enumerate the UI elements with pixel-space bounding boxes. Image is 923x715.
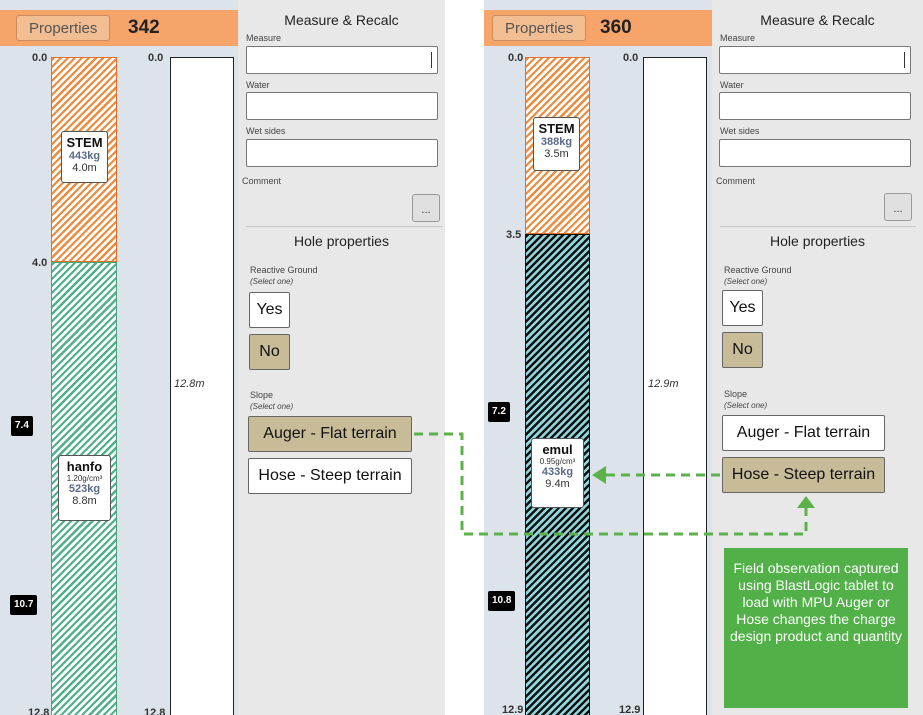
left-auger-button[interactable]: Auger - Flat terrain [248, 416, 412, 452]
left-depth-stem-bottom: 4.0 [32, 257, 48, 269]
left-properties-button[interactable]: Properties [16, 15, 111, 41]
right-water-label: Water [720, 80, 744, 90]
left-depth-tag-lower: 10.7 [10, 595, 38, 615]
annotation-note: Field observation captured using BlastLo… [724, 548, 908, 708]
left-properties-bar: Properties 342 [0, 10, 238, 46]
left-stem-name: STEM [66, 135, 103, 150]
left-hanfo-label: hanfo 1.20g/cm³ 523kg 8.8m [58, 455, 111, 521]
right-depth-top-hole: 0.0 [623, 52, 639, 64]
right-measure-input[interactable] [719, 46, 911, 74]
left-separator [246, 226, 442, 227]
left-depth-bottom: 12.8 [28, 707, 50, 715]
left-depth-tag-upper: 7.4 [11, 416, 33, 436]
right-hole-number: 360 [600, 17, 632, 38]
right-depth-stem-bottom: 3.5 [506, 229, 522, 241]
left-hanfo-density: 1.20g/cm³ [66, 474, 103, 483]
left-wet-sides-input[interactable] [246, 139, 438, 167]
left-water-label: Water [246, 80, 270, 90]
right-reactive-select-one: (Select one) [724, 277, 768, 286]
right-auger-button[interactable]: Auger - Flat terrain [722, 415, 885, 451]
left-comment-label: Comment [242, 176, 282, 186]
right-stem-label: STEM 388kg 3.5m [533, 117, 580, 171]
left-hanfo-length: 8.8m [72, 495, 97, 507]
right-no-button[interactable]: No [722, 332, 763, 368]
left-depth-top: 0.0 [32, 52, 48, 64]
left-reactive-label: Reactive Ground [250, 265, 318, 275]
right-depth-tag-lower: 10.8 [488, 591, 516, 611]
left-form-panel: Measure & Recalc Measure Water Wet sides… [238, 0, 445, 715]
left-hanfo-kg: 523kg [68, 483, 101, 495]
right-slope-select-one: (Select one) [724, 401, 768, 410]
right-depth-tag-upper: 7.2 [488, 402, 510, 422]
right-depth-bottom: 12.9 [502, 704, 524, 715]
right-separator [720, 226, 916, 227]
left-measure-label: Measure [246, 33, 282, 43]
right-depth-bottom-hole: 12.9 [619, 704, 641, 715]
left-stem-label: STEM 443kg 4.0m [61, 131, 108, 183]
left-no-button[interactable]: No [249, 334, 290, 370]
left-hole-length: 12.8m [174, 378, 205, 390]
left-depth-bottom-hole: 12.8 [144, 707, 166, 715]
right-emul-label: emul 0.95g/cm³ 433kg 9.4m [531, 438, 584, 508]
right-hole-panel: Properties 360 0.0 0.0 12.9m 3.5 7.2 10.… [484, 0, 712, 715]
left-reactive-select-one: (Select one) [250, 277, 294, 286]
left-hole-number: 342 [128, 17, 160, 38]
left-wet-sides-label: Wet sides [246, 126, 286, 136]
left-comment-dots-button[interactable]: ... [412, 194, 440, 222]
right-comment-dots-button[interactable]: ... [884, 193, 912, 221]
right-hole-length: 12.9m [648, 378, 679, 390]
left-stem-length: 4.0m [72, 162, 97, 174]
right-measure-label: Measure [720, 33, 756, 43]
right-stem-kg: 388kg [540, 136, 573, 148]
left-slope-label: Slope [250, 390, 274, 400]
left-hole-props-title: Hole properties [294, 233, 389, 249]
left-water-input[interactable] [246, 92, 438, 120]
right-depth-top: 0.0 [508, 52, 524, 64]
left-yes-button[interactable]: Yes [249, 292, 290, 328]
left-measure-input[interactable] [246, 46, 438, 74]
right-hole-props-title: Hole properties [770, 233, 865, 249]
right-yes-button[interactable]: Yes [722, 290, 763, 326]
right-properties-bar: Properties 360 [484, 10, 712, 46]
right-stem-name: STEM [538, 121, 575, 136]
left-hanfo-name: hanfo [66, 459, 103, 474]
right-properties-button[interactable]: Properties [492, 15, 587, 41]
right-water-input[interactable] [719, 92, 911, 120]
right-emul-kg: 433kg [541, 466, 574, 478]
right-stem-length: 3.5m [544, 148, 569, 160]
left-hose-button[interactable]: Hose - Steep terrain [248, 458, 412, 494]
left-hole-panel: Properties 342 0.0 0.0 12.8m 4.0 7.4 10.… [0, 0, 238, 715]
right-emul-density: 0.95g/cm³ [539, 457, 576, 466]
right-emul-name: emul [542, 442, 573, 457]
right-wet-sides-label: Wet sides [720, 126, 760, 136]
left-stem-kg: 443kg [68, 150, 101, 162]
left-slope-select-one: (Select one) [250, 402, 294, 411]
right-form-panel: Measure & Recalc Measure Water Wet sides… [712, 0, 923, 715]
right-measure-title: Measure & Recalc [760, 12, 875, 28]
right-emul-length: 9.4m [545, 478, 570, 490]
left-depth-top-hole: 0.0 [148, 52, 164, 64]
right-reactive-label: Reactive Ground [724, 265, 792, 275]
right-hose-button[interactable]: Hose - Steep terrain [722, 457, 885, 493]
right-comment-label: Comment [716, 176, 756, 186]
right-wet-sides-input[interactable] [719, 139, 911, 167]
left-measure-title: Measure & Recalc [284, 12, 399, 28]
right-slope-label: Slope [724, 389, 748, 399]
